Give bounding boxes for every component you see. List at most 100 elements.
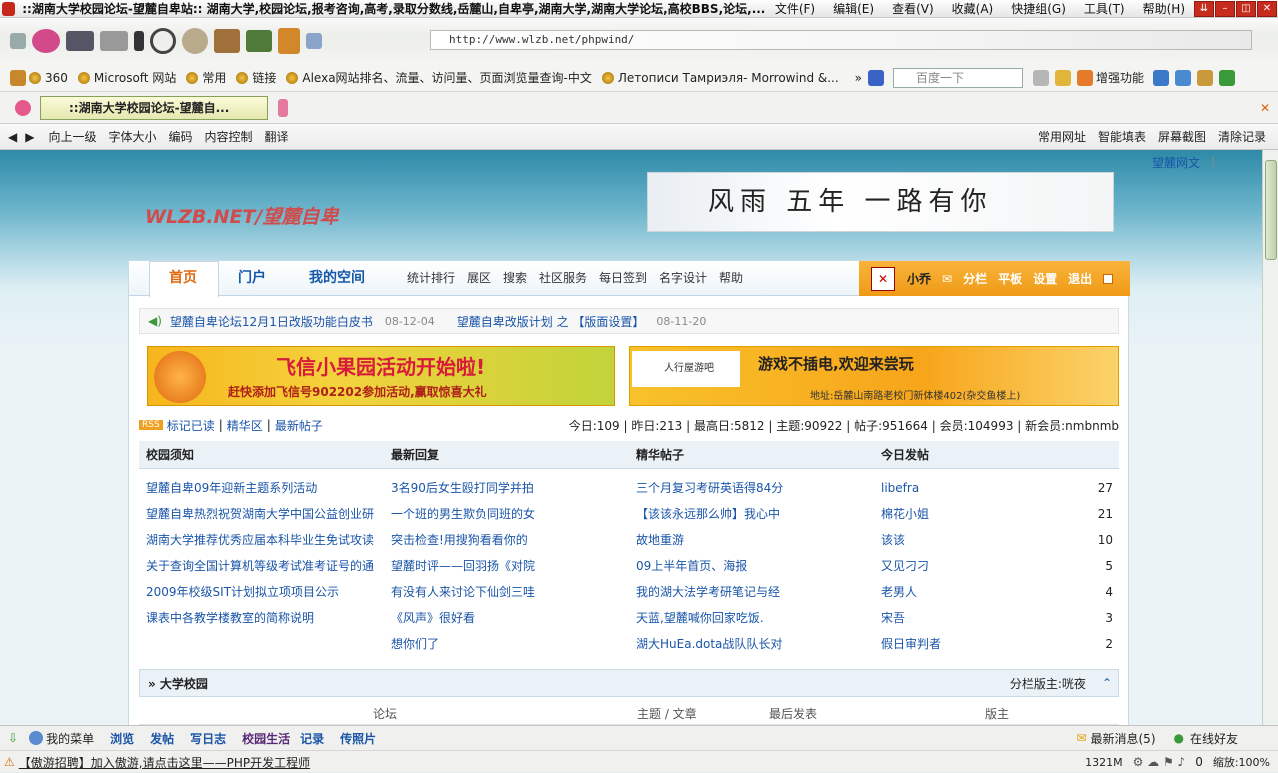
digest-item[interactable]: 天蓝,望麓喊你回家吃饭. bbox=[636, 607, 871, 633]
guitar-icon[interactable] bbox=[10, 69, 26, 86]
brush-icon[interactable] bbox=[134, 31, 144, 51]
favorite-item-4[interactable]: Alexa网站排名、流量、访问量、页面浏览量查询-中文 bbox=[286, 69, 592, 86]
down-arrow-icon[interactable]: ⇊ bbox=[1194, 0, 1214, 17]
sb-record[interactable]: 记录 bbox=[300, 730, 324, 747]
announcement-2[interactable]: 望麓自卑改版计划 之 【版面设置】 bbox=[457, 313, 645, 330]
more-chevron-icon[interactable]: » bbox=[855, 71, 862, 85]
reply-item[interactable]: 望麓时评——回羽扬《对院 bbox=[391, 555, 626, 581]
online-friends[interactable]: 在线好友 bbox=[1190, 730, 1238, 747]
user-link-split[interactable]: 分栏 bbox=[963, 270, 987, 287]
panel-icon[interactable] bbox=[1175, 69, 1192, 86]
flower-icon[interactable] bbox=[32, 29, 60, 53]
reply-item[interactable]: 一个班的男生欺负同班的女 bbox=[391, 503, 626, 529]
mail-icon[interactable]: ✉ bbox=[942, 272, 952, 286]
menu-item-5[interactable]: 工具(T) bbox=[1075, 0, 1134, 17]
user-icon[interactable] bbox=[10, 33, 26, 49]
vertical-scrollbar[interactable] bbox=[1262, 150, 1278, 725]
favorite-item-1[interactable]: Microsoft 网站 bbox=[77, 69, 176, 86]
download-icon[interactable]: ⇩ bbox=[8, 731, 18, 745]
pen-icon[interactable] bbox=[1055, 69, 1072, 86]
announcement-1[interactable]: 望麓自卑论坛12月1日改版功能白皮书 bbox=[170, 313, 373, 330]
section-title[interactable]: » 大学校园 bbox=[148, 675, 208, 692]
today-user[interactable]: 宋吾 bbox=[881, 607, 905, 633]
toolbar-left-2[interactable]: 编码 bbox=[169, 128, 193, 145]
today-user[interactable]: 老男人 bbox=[881, 581, 917, 607]
frog-icon[interactable] bbox=[246, 30, 272, 52]
favorite-item-2[interactable]: 常用 bbox=[186, 69, 226, 86]
my-menu[interactable]: 我的菜单 bbox=[46, 730, 94, 747]
nav-stats[interactable]: 统计排行 bbox=[407, 261, 455, 296]
reply-item[interactable]: 有没有人来讨论下仙剑三哇 bbox=[391, 581, 626, 607]
book-icon[interactable] bbox=[278, 28, 300, 54]
drink-icon[interactable] bbox=[1197, 69, 1214, 86]
username[interactable]: 小乔 bbox=[907, 270, 931, 287]
digest-item[interactable]: 湖大HuEa.dota战队队长对 bbox=[636, 633, 871, 659]
favorite-item-0[interactable]: 360 bbox=[29, 69, 68, 86]
rss-icon[interactable]: RSS bbox=[139, 420, 163, 430]
user-link-logout[interactable]: 退出 bbox=[1068, 270, 1092, 287]
restore-button[interactable]: ◫ bbox=[1236, 0, 1256, 17]
close-tab-icon[interactable]: ✕ bbox=[1260, 101, 1270, 115]
sb-photos[interactable]: 传照片 bbox=[340, 730, 376, 747]
today-user[interactable]: 棉花小姐 bbox=[881, 503, 929, 529]
grid-icon[interactable] bbox=[1103, 273, 1114, 284]
fetion-ad[interactable]: 飞信小果园活动开始啦! 赶快添加飞信号902202参加活动,赢取惊喜大礼 bbox=[147, 346, 615, 406]
sb-post[interactable]: 发帖 bbox=[150, 730, 174, 747]
latest-messages[interactable]: 最新消息(5) bbox=[1091, 730, 1156, 747]
nav-search[interactable]: 搜索 bbox=[503, 261, 527, 296]
nav-services[interactable]: 社区服务 bbox=[539, 261, 587, 296]
notice-item[interactable]: 望麓自卑热烈祝贺湖南大学中国公益创业研 bbox=[146, 503, 381, 529]
sb-browse[interactable]: 浏览 bbox=[110, 730, 134, 747]
favorite-item-5[interactable]: Летописи Тамриэля- Morrowind &... bbox=[601, 69, 839, 86]
close-button[interactable]: ✕ bbox=[1257, 0, 1277, 17]
nav-gallery[interactable]: 展区 bbox=[467, 261, 491, 296]
flower-tab-icon[interactable] bbox=[15, 99, 31, 116]
sb-campus[interactable]: 校园生活 bbox=[242, 730, 290, 747]
bird-icon-2[interactable] bbox=[100, 31, 128, 51]
refresh-icon[interactable] bbox=[150, 28, 176, 54]
nav-myspace[interactable]: 我的空间 bbox=[309, 261, 365, 296]
notice-item[interactable]: 湖南大学推荐优秀应届本科毕业生免试攻读 bbox=[146, 529, 381, 555]
menu-item-0[interactable]: 文件(F) bbox=[766, 0, 824, 17]
notice-item[interactable]: 关于查询全国计算机等级考试准考证号的通 bbox=[146, 555, 381, 581]
tray-icons[interactable]: ⚙ ☁ ⚑ ♪ bbox=[1133, 755, 1186, 769]
digest-item[interactable]: 三个月复习考研英语得84分 bbox=[636, 477, 871, 503]
window-icon[interactable] bbox=[1153, 69, 1170, 86]
gamebar-ad[interactable]: 人行屋游吧 游戏不插电,欢迎来尝玩 地址:岳麓山南路老校门新体楼402(杂交鱼楼… bbox=[629, 346, 1119, 406]
minimize-button[interactable]: – bbox=[1215, 0, 1235, 17]
today-user[interactable]: 假日审判者 bbox=[881, 633, 941, 659]
calendar-icon[interactable] bbox=[306, 33, 322, 49]
baidu-paw-icon[interactable] bbox=[868, 69, 885, 86]
pavilion-icon[interactable] bbox=[214, 29, 240, 53]
menu-item-4[interactable]: 快捷组(G) bbox=[1002, 0, 1075, 17]
toolbar-left-1[interactable]: 字体大小 bbox=[108, 128, 156, 145]
favorite-item-3[interactable]: 链接 bbox=[236, 69, 276, 86]
toolbar-right-0[interactable]: 常用网址 bbox=[1038, 128, 1086, 145]
toolbar-left-3[interactable]: 内容控制 bbox=[205, 128, 253, 145]
toolbar-right-1[interactable]: 智能填表 bbox=[1098, 128, 1146, 145]
collapse-icon[interactable]: ⌃ bbox=[1102, 676, 1112, 690]
quick-mark-read[interactable]: 标记已读 bbox=[167, 417, 215, 434]
anniversary-banner[interactable]: 风雨 五年 一路有你 bbox=[647, 172, 1114, 232]
bird-icon[interactable] bbox=[66, 31, 94, 51]
quick-digest[interactable]: 精华区 bbox=[227, 417, 263, 434]
today-user[interactable]: 又见刁刁 bbox=[881, 555, 929, 581]
avatar[interactable]: ✕ bbox=[871, 266, 895, 291]
back-icon[interactable]: ◀ bbox=[8, 130, 17, 144]
eye-icon[interactable] bbox=[1033, 69, 1050, 86]
nav-namedesign[interactable]: 名字设计 bbox=[659, 261, 707, 296]
toolbar-left-4[interactable]: 翻译 bbox=[265, 128, 289, 145]
toolbar-right-2[interactable]: 屏幕截图 bbox=[1158, 128, 1206, 145]
stone-icon[interactable] bbox=[182, 28, 208, 54]
reply-item[interactable]: 3名90后女生殴打同学并拍 bbox=[391, 477, 626, 503]
sb-blog[interactable]: 写日志 bbox=[190, 730, 226, 747]
menu-item-6[interactable]: 帮助(H) bbox=[1134, 0, 1194, 17]
notice-item[interactable]: 2009年校级SIT计划拟立项项目公示 bbox=[146, 581, 381, 607]
quick-newest[interactable]: 最新帖子 bbox=[275, 417, 323, 434]
digest-item[interactable]: 09上半年首页、海报 bbox=[636, 555, 871, 581]
scroll-thumb[interactable] bbox=[1265, 160, 1277, 260]
forward-icon[interactable]: ▶ bbox=[25, 130, 34, 144]
digest-item[interactable]: 我的湖大法学考研笔记与经 bbox=[636, 581, 871, 607]
toolbar-right-3[interactable]: 清除记录 bbox=[1218, 128, 1266, 145]
digest-item[interactable]: 故地重游 bbox=[636, 529, 871, 555]
